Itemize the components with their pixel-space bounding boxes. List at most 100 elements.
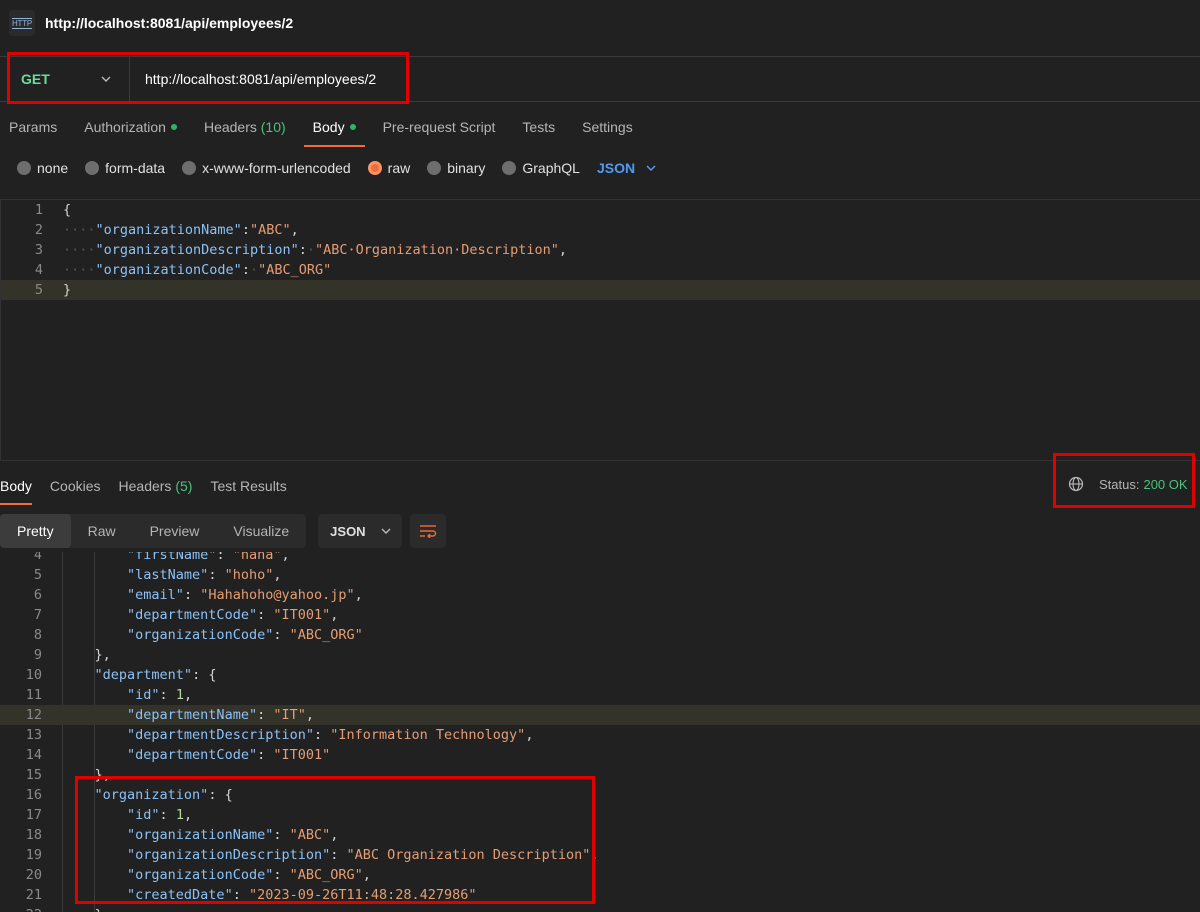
code-text: "departmentDescription": "Information Te… (62, 725, 533, 745)
code-token: } (95, 907, 103, 912)
code-token: , (281, 552, 290, 563)
response-tab-cookies[interactable]: Cookies (50, 471, 101, 505)
code-token: "ABC_ORG" (258, 262, 332, 278)
response-tab-body[interactable]: Body (0, 471, 32, 505)
code-line: 9 }, (0, 645, 1200, 665)
code-token: "departmentName" (127, 707, 258, 723)
highlight-box-request (7, 52, 409, 104)
view-raw-button[interactable]: Raw (71, 514, 133, 548)
radio-button-icon (367, 161, 382, 175)
line-number: 10 (25, 667, 42, 683)
response-format-select[interactable]: JSON (318, 514, 403, 548)
code-token: ···· (63, 262, 96, 278)
radio-none[interactable]: none (17, 160, 68, 176)
code-text: "department": { (62, 665, 217, 685)
wrap-lines-button[interactable] (410, 514, 447, 548)
code-text: ····"organizationCode":·"ABC_ORG" (63, 260, 331, 280)
code-line: 5 "lastName": "hoho", (0, 565, 1200, 585)
code-token: ···· (63, 222, 96, 238)
code-token: : { (192, 667, 217, 683)
code-line: 11 "id": 1, (0, 685, 1200, 705)
radio-binary[interactable]: binary (427, 160, 485, 176)
radio-form-data[interactable]: form-data (85, 160, 165, 176)
tab-label: Settings (582, 119, 633, 135)
code-token: "IT001" (273, 747, 331, 763)
code-token: : (216, 552, 233, 563)
line-number: 9 (33, 647, 42, 663)
radio-raw[interactable]: raw (367, 160, 410, 176)
body-type-radios: none form-data x-www-form-urlencoded raw bin… (17, 158, 657, 178)
line-number: 14 (25, 747, 42, 763)
body-format-select[interactable]: JSON (597, 160, 657, 176)
tab-pre-request-script[interactable]: Pre-request Script (374, 111, 505, 147)
code-token: : (257, 607, 274, 623)
radio-x-www-form-urlencoded[interactable]: x-www-form-urlencoded (182, 160, 351, 176)
request-body-editor[interactable]: 1{2 ····"organizationName":"ABC", 3 ····"or… (0, 199, 1200, 461)
code-line: 10 "department": { (0, 665, 1200, 685)
response-tab-headers[interactable]: Headers (5) (119, 471, 193, 505)
tab-settings[interactable]: Settings (573, 111, 642, 147)
code-token: "organizationCode" (127, 627, 274, 643)
code-line: 14 "departmentCode": "IT001" (0, 745, 1200, 765)
code-token: · (249, 262, 259, 278)
radio-button-icon (17, 161, 31, 175)
tab-label: Pre-request Script (382, 119, 496, 135)
chevron-down-icon (381, 528, 391, 534)
tab-label: Body (312, 119, 345, 135)
tab-count-badge: (10) (260, 119, 286, 135)
code-text: "departmentCode": "IT001", (62, 605, 338, 625)
line-number: 6 (33, 587, 42, 603)
code-token: "email" (127, 587, 184, 603)
code-line: 7 "departmentCode": "IT001", (0, 605, 1200, 625)
request-tabs: Params Authorization Headers (10) Body Pre-r… (0, 111, 651, 147)
code-token: "organizationCode" (95, 262, 242, 278)
tab-body[interactable]: Body (303, 111, 365, 147)
line-number: 1 (34, 202, 43, 218)
tab-tests[interactable]: Tests (513, 111, 564, 147)
code-line: 4 ····"organizationCode":·"ABC_ORG" (1, 260, 1200, 280)
code-line: 13 "departmentDescription": "Information… (0, 725, 1200, 745)
line-number: 11 (25, 687, 42, 703)
code-text: ····"organizationName":"ABC", (63, 220, 299, 240)
radio-button-icon (502, 161, 517, 175)
radio-label: binary (447, 160, 486, 176)
wrap-lines-icon (420, 525, 437, 538)
tab-label: Params (9, 119, 58, 135)
code-token: "ABC_ORG" (289, 627, 363, 643)
code-token: : (241, 222, 250, 238)
code-token: "IT001" (273, 607, 331, 623)
tab-params[interactable]: Params (0, 111, 66, 147)
code-token: , (273, 567, 282, 583)
code-token: , (330, 607, 339, 623)
code-token: : (273, 627, 290, 643)
radio-graphql[interactable]: GraphQL (502, 160, 580, 176)
tab-headers[interactable]: Headers (10) (195, 111, 295, 147)
line-number: 17 (25, 807, 42, 823)
response-tab-test-results[interactable]: Test Results (210, 471, 286, 505)
view-preview-button[interactable]: Preview (133, 514, 217, 548)
code-token: ···· (63, 242, 96, 258)
code-text: "departmentName": "IT", (62, 705, 314, 725)
line-number: 4 (33, 552, 42, 563)
code-token: : (208, 567, 225, 583)
request-title[interactable]: http://localhost:8081/api/employees/2 (45, 15, 293, 31)
view-pretty-button[interactable]: Pretty (0, 514, 71, 548)
tab-label: Headers (203, 119, 257, 135)
view-visualize-button[interactable]: Visualize (216, 514, 306, 548)
code-token: : (257, 707, 274, 723)
code-text: }, (62, 645, 111, 665)
tab-authorization[interactable]: Authorization (75, 111, 186, 147)
radio-label: none (37, 160, 69, 176)
radio-button-icon (427, 161, 442, 175)
tab-label: Test Results (210, 478, 287, 494)
code-text: "firstName": "haha", (62, 552, 290, 565)
code-line: 1{ (1, 200, 1200, 220)
code-line: 8 "organizationCode": "ABC_ORG" (0, 625, 1200, 645)
line-number: 4 (34, 262, 43, 278)
